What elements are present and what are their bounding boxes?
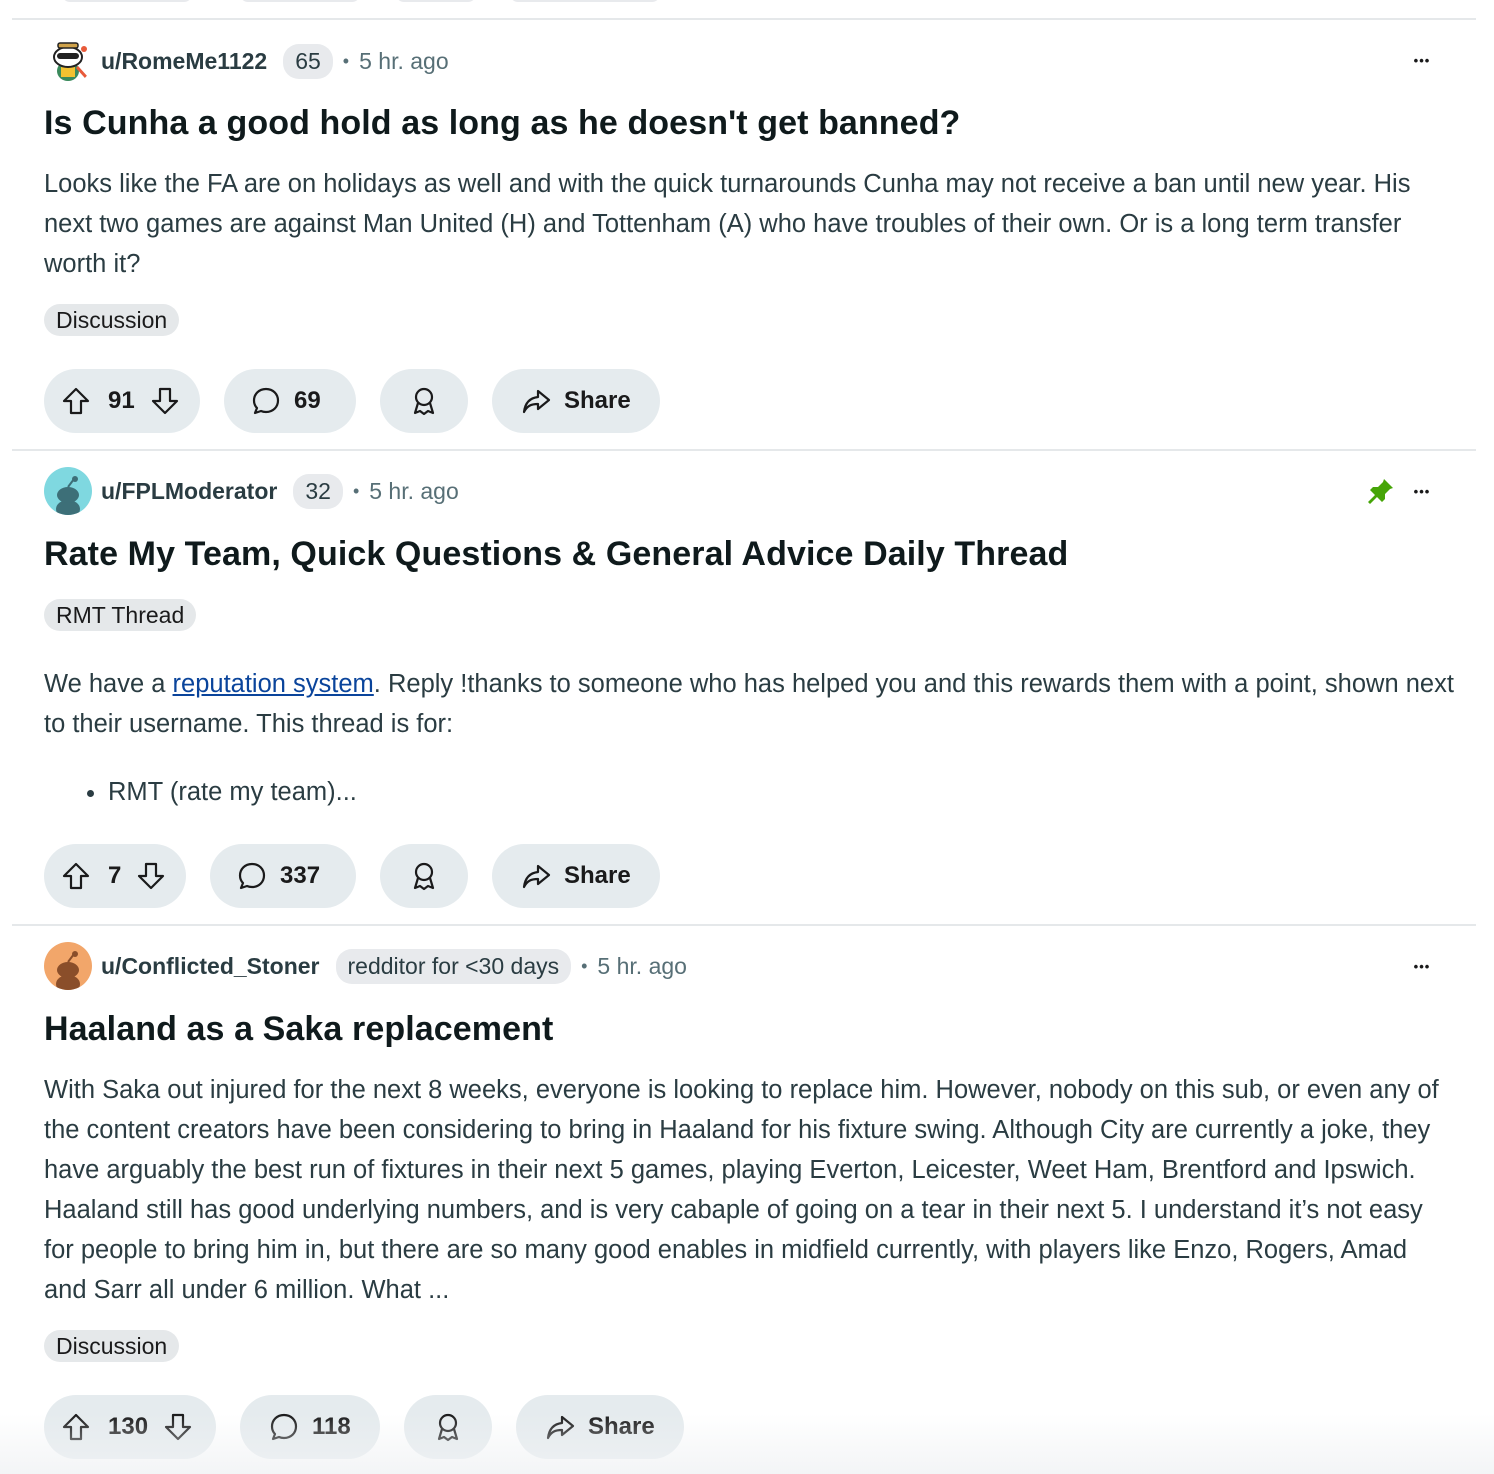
post-body[interactable]: Looks like the FA are on holidays as wel… [44,164,1454,284]
upvote-icon[interactable] [60,1411,92,1443]
avatar[interactable] [44,37,92,85]
comment-count: 69 [294,387,321,414]
username[interactable]: u/Conflicted_Stoner [101,953,320,980]
post-time: 5 hr. ago [597,952,687,979]
comments-button[interactable]: 337 [210,844,356,908]
post-body-text: We have a [44,670,173,698]
downvote-icon[interactable] [149,385,181,417]
award-button[interactable] [380,369,468,433]
post-body[interactable]: We have a reputation system. Reply !than… [44,664,1454,744]
comments-button[interactable]: 69 [224,369,356,433]
user-flair: redditor for <30 days [335,948,572,984]
share-button[interactable]: Share [492,369,660,433]
vote-group: 130 [44,1395,216,1459]
post-meta: u/Conflicted_Stoner redditor for <30 day… [44,942,687,990]
post-meta: u/FPLModerator 32 • 5 hr. ago [44,467,459,515]
share-icon [520,860,552,892]
user-flair: 65 [283,43,333,79]
post-time: 5 hr. ago [359,47,449,74]
more-options-button[interactable]: ••• [1402,946,1442,986]
share-button[interactable]: Share [492,844,660,908]
separator-dot: • [352,480,360,501]
vote-count: 130 [108,1413,149,1440]
downvote-icon[interactable] [162,1411,194,1443]
share-icon [544,1411,576,1443]
snoo-avatar-icon [56,951,80,990]
vote-group: 91 [44,369,200,433]
vote-group: 7 [44,844,186,908]
comment-icon [236,860,268,892]
comment-icon [250,385,282,417]
bottom-fade [0,1414,1494,1474]
avatar[interactable] [44,942,92,990]
comments-button[interactable]: 118 [240,1395,380,1459]
post-divider [12,449,1476,451]
previous-post-actions-remnant [44,0,664,4]
award-icon [408,860,440,892]
more-options-button[interactable]: ••• [1402,40,1442,80]
upvote-icon[interactable] [60,860,92,892]
post-body[interactable]: With Saka out injured for the next 8 wee… [44,1070,1454,1310]
post-title[interactable]: Haaland as a Saka replacement [44,1010,553,1049]
snoo-avatar-icon [56,476,80,515]
post-divider [12,924,1476,926]
post-body-list: RMT (rate my team)... [44,772,357,812]
award-button[interactable] [380,844,468,908]
pin-icon [1366,476,1396,506]
share-label: Share [588,1413,655,1440]
post-flair-tag[interactable]: Discussion [44,1330,180,1362]
award-button[interactable] [404,1395,492,1459]
comment-icon [268,1411,300,1443]
more-options-icon: ••• [1413,52,1431,68]
reputation-system-link[interactable]: reputation system [173,670,374,698]
snoo-avatar-icon [53,42,88,81]
post-meta: u/RomeMe1122 65 • 5 hr. ago [44,37,449,85]
share-button[interactable]: Share [516,1395,684,1459]
vote-count: 91 [108,387,135,414]
separator-dot: • [581,955,588,976]
separator-dot: • [342,50,350,71]
avatar[interactable] [44,467,92,515]
share-label: Share [564,387,631,414]
upvote-icon[interactable] [60,385,92,417]
more-options-icon: ••• [1413,483,1431,499]
post-time: 5 hr. ago [369,477,459,504]
award-icon [408,385,440,417]
post-divider [12,18,1476,20]
share-label: Share [564,862,631,889]
username[interactable]: u/FPLModerator [101,478,277,505]
share-icon [520,385,552,417]
post-title[interactable]: Is Cunha a good hold as long as he doesn… [44,104,960,143]
comment-count: 118 [312,1413,351,1440]
comment-count: 337 [280,862,321,889]
post-flair-tag[interactable]: RMT Thread [44,599,197,631]
more-options-icon: ••• [1413,958,1431,974]
post-title[interactable]: Rate My Team, Quick Questions & General … [44,535,1068,574]
more-options-button[interactable]: ••• [1402,471,1442,511]
user-flair: 32 [293,473,343,509]
username[interactable]: u/RomeMe1122 [101,48,267,75]
downvote-icon[interactable] [135,860,167,892]
award-icon [432,1411,464,1443]
vote-count: 7 [108,862,122,889]
post-flair-tag[interactable]: Discussion [44,304,180,336]
list-item: RMT (rate my team)... [108,772,357,812]
